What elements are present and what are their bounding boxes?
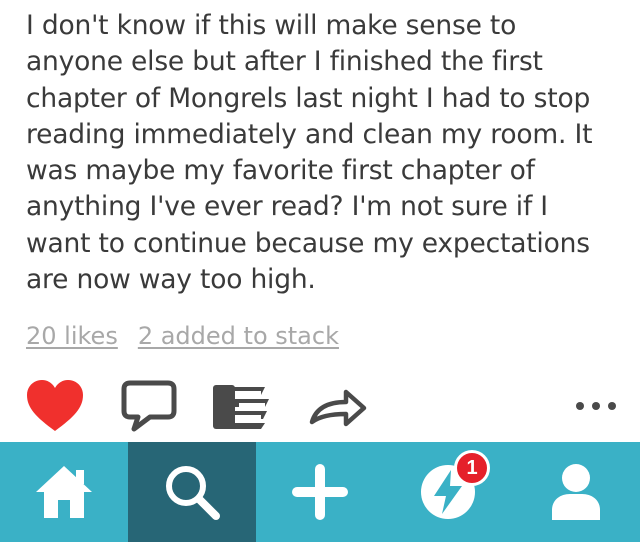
- comment-icon: [121, 380, 177, 432]
- person-icon: [552, 464, 600, 520]
- heart-icon: [27, 380, 83, 431]
- tab-profile[interactable]: [512, 442, 640, 542]
- stack-button[interactable]: [209, 376, 273, 436]
- share-button[interactable]: [306, 376, 370, 436]
- tab-home[interactable]: [0, 442, 128, 542]
- like-button[interactable]: [23, 376, 87, 436]
- tab-search[interactable]: [128, 442, 256, 542]
- likes-link[interactable]: 20 likes: [26, 322, 118, 350]
- post-screen: I don't know if this will make sense to …: [0, 0, 640, 542]
- tab-create[interactable]: [256, 442, 384, 542]
- home-icon: [36, 466, 92, 518]
- tab-notifications[interactable]: 1: [384, 442, 512, 542]
- post-text: I don't know if this will make sense to …: [26, 10, 593, 296]
- post-stats: 20 likes 2 added to stack: [26, 322, 339, 350]
- search-icon: [166, 466, 220, 520]
- share-arrow-icon: [309, 389, 367, 427]
- more-dots-icon: [576, 402, 616, 410]
- comment-button[interactable]: [117, 376, 181, 436]
- more-button[interactable]: [566, 376, 626, 436]
- added-to-stack-link[interactable]: 2 added to stack: [138, 322, 339, 350]
- plus-icon: [292, 464, 348, 520]
- bottom-tab-bar: 1: [0, 442, 640, 542]
- notification-badge: 1: [454, 450, 490, 486]
- books-stack-icon: [213, 385, 269, 429]
- post-actions: [0, 376, 640, 436]
